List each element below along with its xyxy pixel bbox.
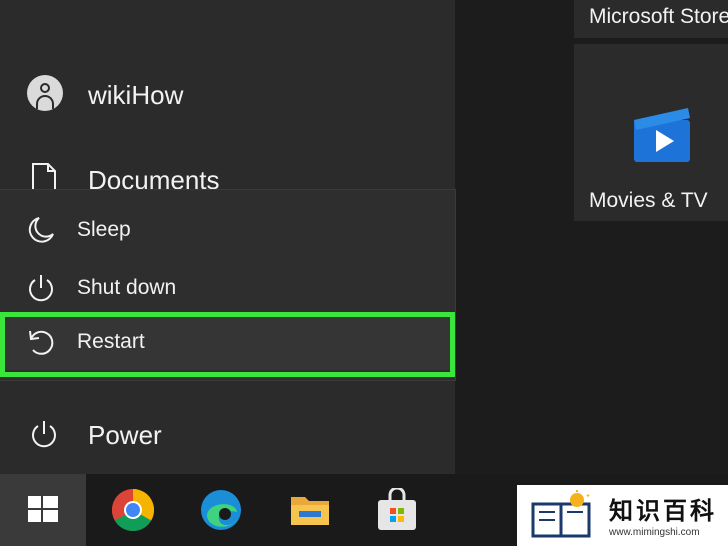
edge-icon[interactable] <box>199 488 243 532</box>
movies-tv-icon <box>634 108 690 162</box>
restart-menu-item[interactable]: Restart <box>0 313 455 370</box>
restart-icon <box>29 330 54 355</box>
sleep-menu-item[interactable]: Sleep <box>0 201 455 258</box>
user-avatar-icon[interactable] <box>27 75 63 111</box>
microsoft-store-icon[interactable] <box>375 488 419 532</box>
start-button[interactable] <box>0 474 86 546</box>
restart-label: Restart <box>77 329 145 353</box>
microsoft-store-tile-label: Microsoft Store <box>589 5 728 28</box>
movies-tv-tile[interactable]: Movies & TV <box>574 44 728 221</box>
moon-icon <box>28 217 54 243</box>
watermark: 知识百科 www.mimingshi.com <box>517 485 728 546</box>
book-bulb-logo-icon <box>531 490 591 538</box>
microsoft-store-tile[interactable]: Microsoft Store <box>574 0 728 38</box>
power-label[interactable]: Power <box>88 420 162 451</box>
sleep-label: Sleep <box>77 217 131 241</box>
shut-down-label: Shut down <box>77 275 177 299</box>
power-icon[interactable] <box>28 418 60 450</box>
watermark-title: 知识百科 <box>609 498 717 525</box>
shut-down-menu-item[interactable]: Shut down <box>0 259 455 316</box>
chrome-icon[interactable] <box>111 488 155 532</box>
windows-start-icon <box>28 496 58 522</box>
file-explorer-icon[interactable] <box>288 488 332 532</box>
user-name-label[interactable]: wikiHow <box>88 80 183 111</box>
watermark-url: www.mimingshi.com <box>609 527 700 538</box>
movies-tv-tile-label: Movies & TV <box>589 189 708 212</box>
power-icon <box>29 275 53 302</box>
power-flyout-menu: Sleep Shut down Restart <box>0 190 455 380</box>
